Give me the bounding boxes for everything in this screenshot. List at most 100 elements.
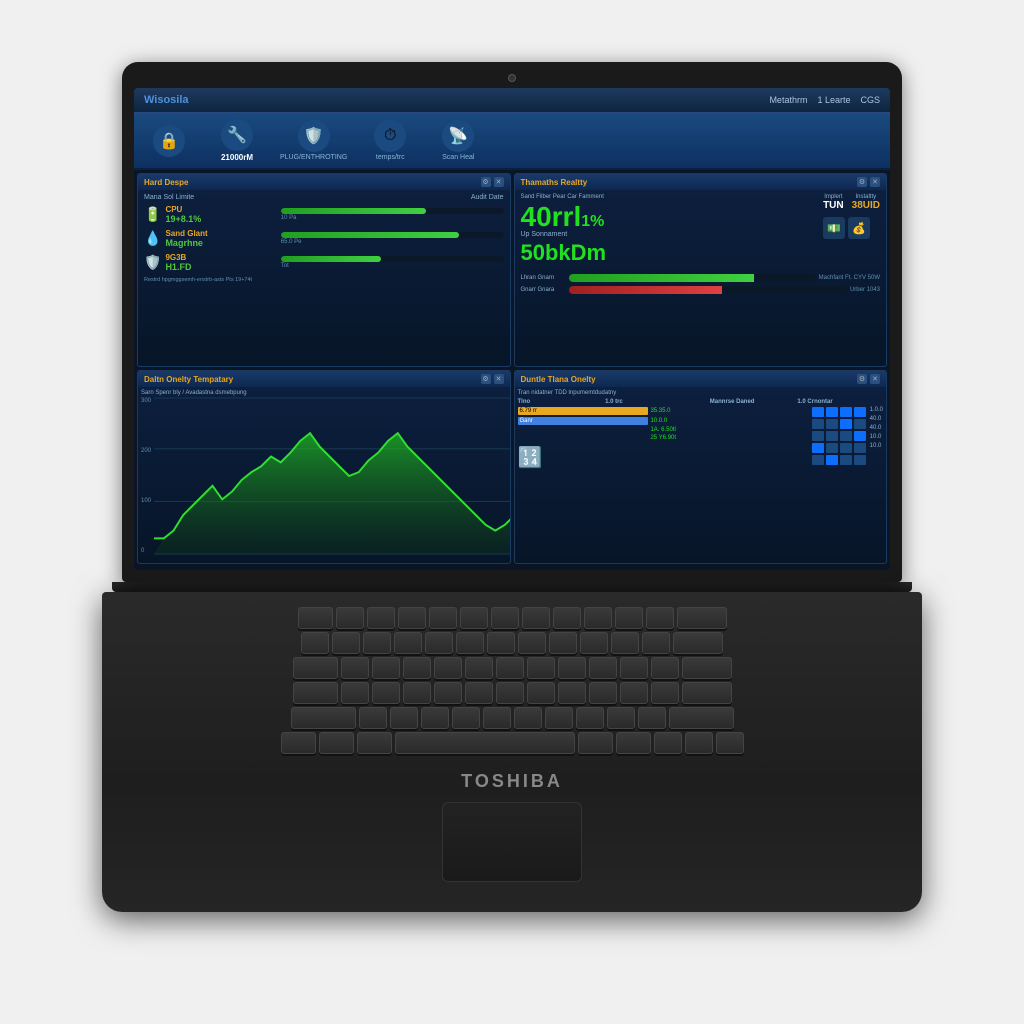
key-down[interactable] — [685, 732, 713, 754]
key-7[interactable] — [518, 632, 546, 654]
key-f5[interactable] — [460, 607, 488, 629]
key-2[interactable] — [363, 632, 391, 654]
key-right[interactable] — [716, 732, 744, 754]
panel-close-icon[interactable]: ✕ — [494, 177, 504, 187]
key-quote[interactable] — [651, 682, 679, 704]
icon-shield[interactable]: 🛡️ PLUG/ENTHROTING — [280, 120, 347, 161]
key-v[interactable] — [452, 707, 480, 729]
key-enter2[interactable] — [682, 682, 732, 704]
key-u[interactable] — [527, 657, 555, 679]
panel2-close-icon[interactable]: ✕ — [870, 177, 880, 187]
key-i[interactable] — [558, 657, 586, 679]
key-period[interactable] — [607, 707, 635, 729]
key-alt-r[interactable] — [578, 732, 613, 754]
key-1[interactable] — [332, 632, 360, 654]
table-num-col: 1.0.0 40.0 40.0 10.0 10.0 — [870, 407, 883, 549]
grid-cell — [854, 407, 866, 417]
key-m[interactable] — [545, 707, 573, 729]
key-g[interactable] — [465, 682, 493, 704]
grid-cell — [812, 443, 824, 453]
key-f2[interactable] — [367, 607, 395, 629]
panel4-close-icon[interactable]: ✕ — [870, 374, 880, 384]
key-f7[interactable] — [522, 607, 550, 629]
key-h[interactable] — [496, 682, 524, 704]
key-bracket-l[interactable] — [651, 657, 679, 679]
key-0[interactable] — [611, 632, 639, 654]
key-left[interactable] — [654, 732, 682, 754]
key-o[interactable] — [589, 657, 617, 679]
key-f12[interactable] — [677, 607, 727, 629]
key-enter[interactable] — [682, 657, 732, 679]
key-j[interactable] — [527, 682, 555, 704]
key-4[interactable] — [425, 632, 453, 654]
key-f4[interactable] — [429, 607, 457, 629]
panel2-settings-icon[interactable]: ⚙ — [857, 177, 867, 187]
icon-tools[interactable]: 🔧 21000rM — [212, 119, 262, 162]
panel-settings-icon[interactable]: ⚙ — [481, 177, 491, 187]
key-f1[interactable] — [336, 607, 364, 629]
key-q[interactable] — [341, 657, 369, 679]
key-shift-l[interactable] — [291, 707, 356, 729]
nav-item-1[interactable]: Metathrm — [769, 95, 807, 105]
key-f6[interactable] — [491, 607, 519, 629]
panel3-close-icon[interactable]: ✕ — [494, 374, 504, 384]
key-shift-r[interactable] — [669, 707, 734, 729]
key-r[interactable] — [434, 657, 462, 679]
key-row-space — [132, 732, 892, 754]
panel4-settings-icon[interactable]: ⚙ — [857, 374, 867, 384]
key-l[interactable] — [589, 682, 617, 704]
nav-item-2[interactable]: 1 Learte — [817, 95, 850, 105]
key-f[interactable] — [434, 682, 462, 704]
key-n[interactable] — [514, 707, 542, 729]
th-col2: 1.0 trc — [605, 399, 708, 405]
key-slash[interactable] — [638, 707, 666, 729]
icon-lock[interactable]: 🔒 — [144, 125, 194, 157]
key-a[interactable] — [341, 682, 369, 704]
key-8[interactable] — [549, 632, 577, 654]
key-tab[interactable] — [293, 657, 338, 679]
nav-item-3[interactable]: CGS — [860, 95, 880, 105]
key-d[interactable] — [403, 682, 431, 704]
key-6[interactable] — [487, 632, 515, 654]
key-fn-r[interactable] — [616, 732, 651, 754]
key-e[interactable] — [403, 657, 431, 679]
key-w[interactable] — [372, 657, 400, 679]
key-z[interactable] — [359, 707, 387, 729]
key-p[interactable] — [620, 657, 648, 679]
key-9[interactable] — [580, 632, 608, 654]
key-5[interactable] — [456, 632, 484, 654]
y-low: 100 — [141, 498, 151, 504]
key-b[interactable] — [483, 707, 511, 729]
key-f10[interactable] — [615, 607, 643, 629]
key-c[interactable] — [421, 707, 449, 729]
touchpad[interactable] — [442, 802, 582, 882]
key-caps[interactable] — [293, 682, 338, 704]
key-t[interactable] — [465, 657, 493, 679]
key-k[interactable] — [558, 682, 586, 704]
key-x[interactable] — [390, 707, 418, 729]
key-win[interactable] — [357, 732, 392, 754]
key-y[interactable] — [496, 657, 524, 679]
key-backspace[interactable] — [673, 632, 723, 654]
key-ctrl[interactable] — [281, 732, 316, 754]
key-f9[interactable] — [584, 607, 612, 629]
key-s[interactable] — [372, 682, 400, 704]
key-f11[interactable] — [646, 607, 674, 629]
icon-clock[interactable]: ⏱ temps/trc — [365, 120, 415, 161]
key-semi[interactable] — [620, 682, 648, 704]
key-alt[interactable] — [319, 732, 354, 754]
key-esc[interactable] — [298, 607, 333, 629]
key-3[interactable] — [394, 632, 422, 654]
panel-table-content: Tran nidatner TDD lnpumemtdudatny Tlno 1… — [515, 387, 887, 563]
panel3-settings-icon[interactable]: ⚙ — [481, 374, 491, 384]
key-f8[interactable] — [553, 607, 581, 629]
panel-hard-drive-controls: ⚙ ✕ — [481, 177, 504, 187]
key-f3[interactable] — [398, 607, 426, 629]
key-comma[interactable] — [576, 707, 604, 729]
icon-network[interactable]: 📡 Scan Heal — [433, 120, 483, 161]
key-minus[interactable] — [642, 632, 670, 654]
key-backtick[interactable] — [301, 632, 329, 654]
y-max: 300 — [141, 398, 151, 404]
bottom-icon: 🔢 — [518, 445, 808, 470]
key-space[interactable] — [395, 732, 575, 754]
